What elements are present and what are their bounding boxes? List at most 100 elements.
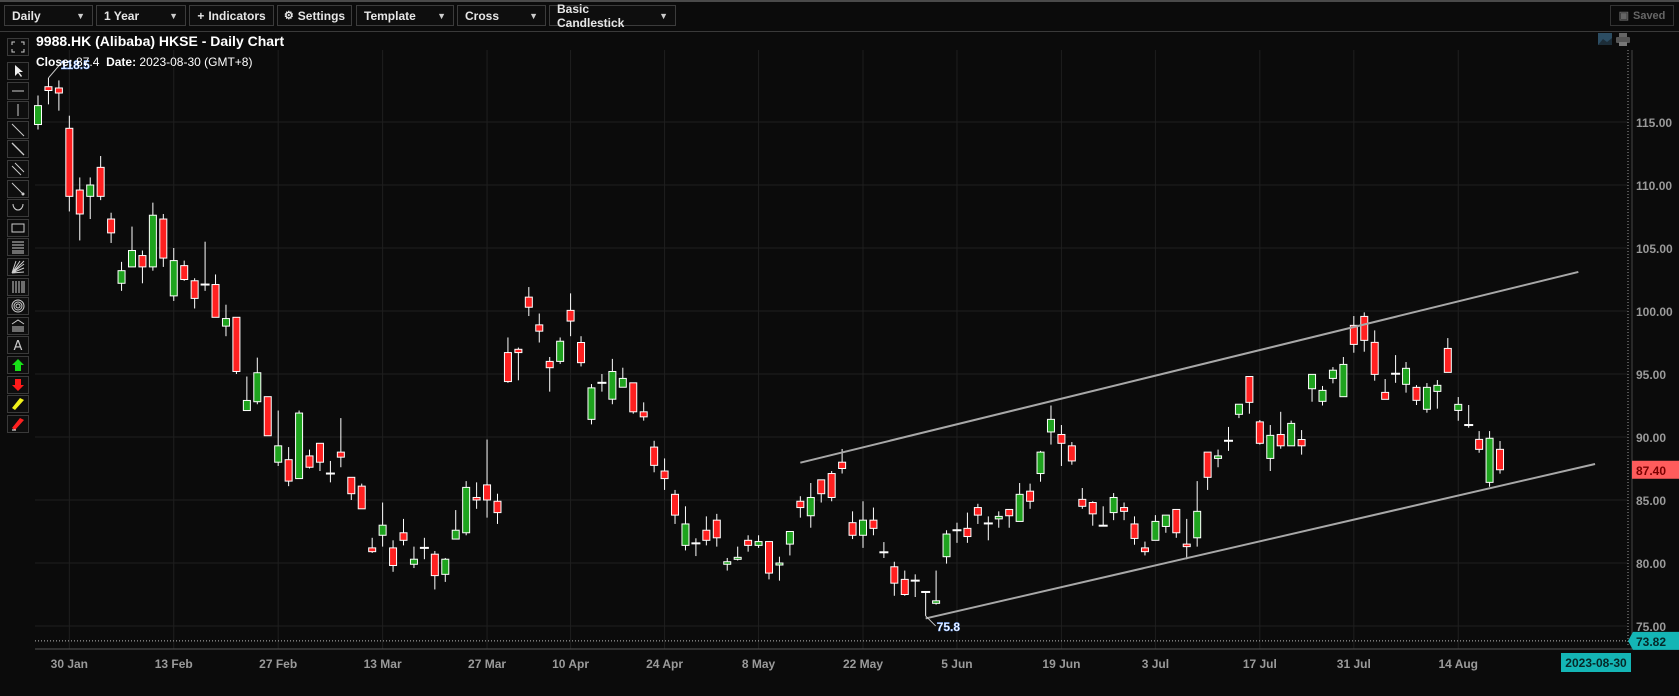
candle-up [148,214,157,268]
x-tick-label: 3 Jul [1142,657,1169,671]
tool-fullscreen[interactable] [7,38,29,56]
candle-down [1026,490,1035,502]
candle-down [493,500,502,514]
candle-down [1130,523,1139,539]
chart-actions [1598,33,1630,46]
candle-down [96,166,105,197]
tool-eraser[interactable] [7,414,29,433]
candle-down [1172,508,1181,534]
candle-up [1485,437,1494,483]
close-label: Close: [36,55,73,69]
settings-button[interactable]: ⚙ Settings [277,5,352,26]
tool-rectangle[interactable] [7,218,29,237]
candle-down [973,507,982,516]
candle-up [274,445,283,463]
tool-fibonacci-retracement[interactable] [7,238,29,257]
interval-select[interactable]: Daily ▼ [4,5,93,26]
candle-down [650,446,659,466]
tool-parallel-channel[interactable] [7,160,29,178]
candle-down [159,218,168,259]
candle-down [1120,507,1129,512]
candle-up [994,515,1003,520]
candle-up [1161,514,1170,527]
saved-button[interactable]: ▣ Saved [1610,5,1674,26]
candle-doji [921,590,931,593]
tool-text[interactable]: A [7,336,29,355]
fibonacci-arcs-icon [11,319,25,332]
x-tick-label: 22 May [843,657,883,671]
crosshair-price-value: 73.82 [1636,635,1666,649]
tool-pointer[interactable] [7,62,29,80]
chevron-down-icon: ▼ [76,10,85,21]
tool-sell-arrow[interactable] [7,375,29,394]
candle-up [1266,434,1275,459]
candle-down [138,255,147,268]
candle-up [1433,384,1442,392]
candlestick-chart[interactable]: 115.00 110.00 105.00 100.00 95.00 90.00 85.00 8… [0,0,1679,696]
candle-up [932,600,941,604]
print-icon[interactable] [1616,33,1630,46]
candle-up [1109,496,1118,514]
indicators-button[interactable]: + Indicators [189,5,274,26]
tool-ray-line[interactable] [7,140,29,159]
x-tick-label: 27 Feb [259,657,297,671]
chart-style-select[interactable]: Basic Candlestick ▼ [549,2,676,30]
candle-up [462,486,471,534]
settings-label: Settings [297,8,346,23]
indicators-label: Indicators [208,8,266,23]
y-tick-label: 80.00 [1636,557,1666,571]
candle-down [1182,543,1191,548]
x-tick-label: 13 Mar [364,657,402,671]
tool-horizontal-line[interactable] [7,81,29,100]
text-icon: A [14,339,23,352]
svg-text:A: A [14,339,23,352]
candle-down [1005,508,1014,517]
candle-down [180,265,189,281]
candle-doji [983,522,993,525]
candle-down [1255,421,1264,444]
tool-fibonacci-arcs[interactable] [7,316,29,335]
candle-down [629,382,638,413]
candle-down [577,342,586,364]
tool-buy-arrow[interactable] [7,356,29,374]
candle-down [827,473,836,498]
candle-up [785,531,794,545]
y-tick-label: 100.00 [1636,305,1673,319]
tool-vertical-line[interactable] [7,101,29,120]
tool-highlighter[interactable] [7,395,29,414]
x-tick-label: 14 Aug [1438,657,1478,671]
arc-icon [12,204,24,211]
y-tick-label: 115.00 [1636,116,1672,130]
tool-arc[interactable] [7,199,29,218]
candle-doji [691,542,701,545]
trendline [925,462,1596,620]
x-tick-label: 13 Feb [155,657,193,671]
candle-down [44,86,53,92]
y-tick-label: 85.00 [1636,494,1666,508]
candle-up [1422,386,1431,410]
candle-doji [325,472,335,475]
tool-fibonacci-circles[interactable] [7,297,29,316]
tool-trend-line[interactable] [7,120,29,139]
tool-fibonacci-time-zones[interactable] [7,277,29,296]
candle-up [242,399,251,412]
template-select[interactable]: Template ▼ [356,5,454,26]
range-select[interactable]: 1 Year ▼ [96,5,186,26]
tool-arrow-line[interactable] [7,179,29,198]
candle-up [378,524,387,536]
y-tick-label: 95.00 [1636,368,1666,382]
candle-doji [419,546,429,549]
candle-down [472,496,481,501]
ray-line-icon [11,142,25,156]
candle-down [524,296,533,308]
sell-arrow-icon [12,378,24,391]
candle-down [75,189,84,215]
candle-down [1140,547,1149,553]
tool-gann-fan[interactable] [7,258,29,276]
x-tick-label: 31 Jul [1337,657,1371,671]
crosshair-select[interactable]: Cross ▼ [457,5,546,26]
candle-up [1234,403,1243,415]
candle-up [775,562,784,566]
image-export-icon[interactable] [1598,33,1612,45]
candle-down [389,547,398,567]
